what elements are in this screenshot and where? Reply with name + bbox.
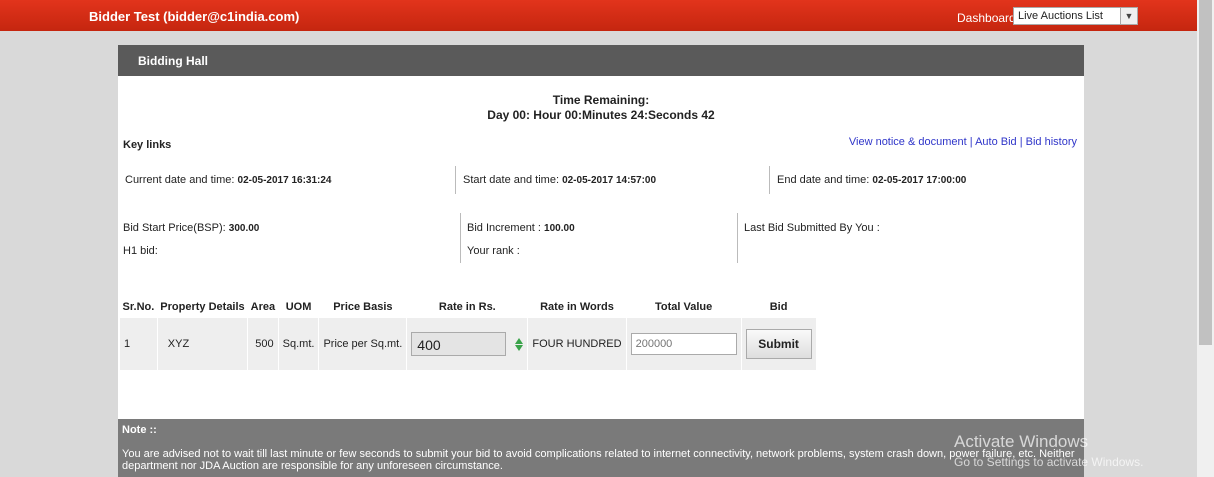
column-header: Bid (769, 301, 788, 313)
arrow-down-icon[interactable] (515, 344, 524, 351)
link-separator: | (1016, 136, 1026, 148)
price-basis-cell: Price per Sq.mt. (318, 317, 408, 371)
key-links: View notice & document | Auto Bid | Bid … (849, 136, 1077, 148)
bid-table: Sr.No. Property Details Area UOM Price B… (119, 297, 817, 371)
column-header: Rate in Rs. (438, 301, 496, 313)
last-bid-label: Last Bid Submitted By You : (744, 222, 880, 234)
panel-title: Bidding Hall (138, 54, 208, 68)
bid-start-price-label: Bid Start Price(BSP): (123, 222, 226, 234)
divider (769, 166, 770, 194)
bid-start-price-value: 300.00 (228, 223, 260, 234)
bid-increment-value: 100.00 (544, 223, 575, 234)
end-datetime-value: 02-05-2017 17:00:00 (872, 175, 967, 186)
column-header: Price Basis (333, 301, 393, 313)
start-datetime-label: Start date and time: (463, 174, 559, 186)
sr-no-cell: 1 (119, 317, 158, 371)
rate-cell: 400 (406, 317, 529, 371)
auction-list-select-value: Live Auctions List (1018, 10, 1103, 22)
top-bar: Bidder Test (bidder@c1india.com) Dashboa… (0, 0, 1197, 31)
bid-cell: Submit (740, 317, 817, 371)
rate-stepper[interactable] (515, 337, 524, 351)
property-cell: XYZ (156, 317, 249, 371)
total-value-input[interactable] (630, 333, 737, 355)
dashboard-link[interactable]: Dashboard (957, 11, 1016, 25)
current-datetime-label: Current date and time: (125, 174, 235, 186)
view-notice-link[interactable]: View notice & document (849, 136, 967, 148)
time-remaining: Time Remaining: Day 00: Hour 00:Minutes … (118, 93, 1084, 123)
column-header: Rate in Words (540, 301, 614, 313)
column-header: UOM (285, 301, 312, 313)
h1-bid-label: H1 bid: (123, 245, 158, 257)
user-title: Bidder Test (bidder@c1india.com) (89, 9, 300, 24)
bid-increment-label: Bid Increment : (467, 222, 541, 234)
link-separator: | (966, 136, 976, 148)
your-rank-label: Your rank : (467, 245, 520, 257)
rate-input[interactable]: 400 (411, 332, 507, 356)
end-datetime: End date and time: 02-05-2017 17:00:00 (777, 174, 966, 186)
submit-bid-button[interactable]: Submit (745, 329, 812, 359)
activate-windows-watermark: Activate Windows (954, 432, 1089, 451)
uom-cell: Sq.mt. (277, 317, 320, 371)
bid-history-link[interactable]: Bid history (1026, 136, 1077, 148)
arrow-up-icon[interactable] (515, 337, 524, 344)
total-value-cell (625, 317, 742, 371)
auction-list-select[interactable]: Live Auctions List ▼ (1013, 7, 1138, 25)
bid-start-price: Bid Start Price(BSP): 300.00 (123, 222, 259, 234)
chevron-down-icon[interactable]: ▼ (1120, 8, 1137, 24)
start-datetime-value: 02-05-2017 14:57:00 (562, 175, 657, 186)
current-datetime-value: 02-05-2017 16:31:24 (237, 175, 332, 186)
page-scrollbar-thumb[interactable] (1199, 0, 1212, 345)
table-row: 1 XYZ 500 Sq.mt. Price per Sq.mt. 400 FO… (119, 317, 817, 371)
note-box: Note :: You are advised not to wait till… (118, 419, 1084, 477)
rate-words-cell: FOUR HUNDRED (527, 317, 627, 371)
divider (455, 166, 456, 194)
column-header: Total Value (654, 301, 713, 313)
start-datetime: Start date and time: 02-05-2017 14:57:00 (463, 174, 656, 186)
column-header: Sr.No. (122, 301, 155, 313)
table-header-row: Sr.No. Property Details Area UOM Price B… (120, 297, 817, 318)
note-title: Note :: (122, 424, 157, 436)
auto-bid-link[interactable]: Auto Bid (975, 136, 1017, 148)
time-remaining-value: Day 00: Hour 00:Minutes 24:Seconds 42 (487, 108, 715, 122)
current-datetime: Current date and time: 02-05-2017 16:31:… (125, 174, 331, 186)
end-datetime-label: End date and time: (777, 174, 870, 186)
activate-windows-subtext: Go to Settings to activate Windows. (954, 455, 1144, 469)
column-header: Area (250, 301, 276, 313)
area-cell: 500 (247, 317, 279, 371)
bid-increment: Bid Increment : 100.00 (467, 222, 575, 234)
divider (460, 213, 461, 263)
note-text: You are advised not to wait till last mi… (122, 448, 1075, 472)
bidding-hall-panel: Bidding Hall Time Remaining: Day 00: Hou… (118, 45, 1084, 477)
key-links-label: Key links (123, 139, 172, 151)
panel-header: Bidding Hall (118, 45, 1084, 76)
column-header: Property Details (160, 301, 245, 313)
time-remaining-label: Time Remaining: (552, 93, 650, 107)
divider (737, 213, 738, 263)
